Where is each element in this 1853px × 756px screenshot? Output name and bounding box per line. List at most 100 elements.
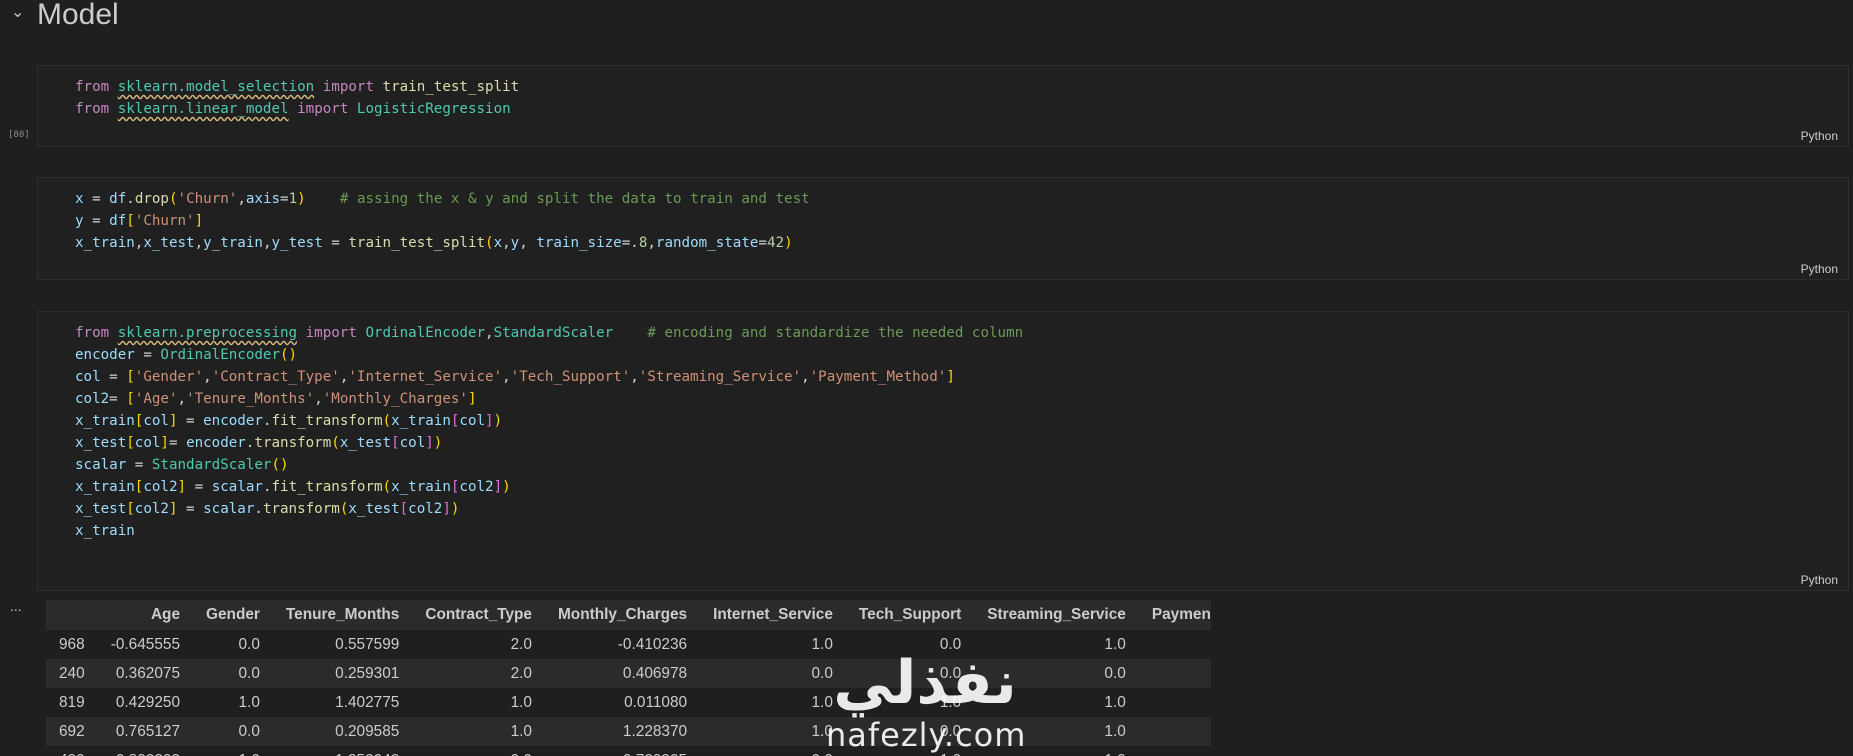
code-line[interactable]: col = ['Gender','Contract_Type','Interne…: [75, 366, 1023, 388]
code-line[interactable]: x_train: [75, 520, 1023, 542]
code-editor[interactable]: from sklearn.preprocessing import Ordina…: [75, 322, 1023, 542]
code-token: .: [126, 191, 135, 207]
code-cell-split[interactable]: x = df.drop('Churn',axis=1) # assing the…: [37, 177, 1849, 280]
section-header[interactable]: ⌄ Model: [0, 0, 1853, 40]
table-cell: 0.011080: [624, 693, 688, 711]
code-line[interactable]: from sklearn.model_selection import trai…: [75, 76, 519, 98]
code-token: encoder: [75, 347, 135, 363]
code-token: 'Monthly_Charges': [322, 391, 468, 407]
code-token: fit_transform: [271, 413, 383, 429]
code-token: random_state: [655, 235, 759, 251]
code-line[interactable]: scalar = StandardScaler(): [75, 454, 1023, 476]
code-token: fit_transform: [271, 479, 383, 495]
code-token: ]: [485, 413, 494, 429]
code-line[interactable]: x_test[col2] = scalar.transform(x_test[c…: [75, 498, 1023, 520]
code-token: x: [493, 235, 503, 251]
code-line[interactable]: x_train[col] = encoder.fit_transform(x_t…: [75, 410, 1023, 432]
code-token: (): [271, 457, 289, 473]
code-token: import: [305, 325, 357, 341]
code-token: import: [297, 101, 349, 117]
table-body: 968 -0.645555 0.0 0.557599 2.0 -0.410236 1.0 0.…: [46, 630, 1211, 756]
table-cell: 1.0: [939, 693, 962, 711]
table-cell: 1.0: [1104, 722, 1126, 740]
code-line[interactable]: x_train[col2] = scalar.fit_transform(x_t…: [75, 476, 1023, 498]
code-editor[interactable]: from sklearn.model_selection import trai…: [75, 76, 519, 120]
table-cell: 1.0: [510, 722, 532, 740]
code-token: x_test: [348, 501, 400, 517]
code-token: [: [126, 369, 135, 385]
code-token: (: [485, 235, 494, 251]
code-token: train_size: [536, 235, 622, 251]
chevron-down-icon[interactable]: ⌄: [11, 2, 24, 22]
code-token: (: [382, 479, 392, 495]
code-line[interactable]: y = df['Churn']: [75, 210, 810, 232]
column-header: Tenure_Months: [285, 606, 400, 623]
table-cell: 0.729325: [545, 746, 700, 756]
code-token: ,: [502, 235, 511, 251]
code-token: 1: [288, 191, 298, 207]
code-token: =: [177, 413, 204, 429]
row-index: 692: [59, 722, 85, 740]
code-token: 'Tech_Support': [510, 369, 631, 385]
code-token: [: [126, 213, 135, 229]
code-line[interactable]: x_train,x_test,y_train,y_test = train_te…: [75, 232, 810, 254]
code-line[interactable]: col2= ['Age','Tenure_Months','Monthly_Ch…: [75, 388, 1023, 410]
code-token: =: [186, 479, 212, 495]
column-header: Contract_Type: [425, 606, 532, 623]
row-index: 420: [46, 746, 98, 756]
code-token: ): [493, 413, 503, 429]
code-token: (: [382, 413, 392, 429]
language-label[interactable]: Python: [1801, 262, 1838, 276]
code-token: [: [126, 435, 135, 451]
code-token: [: [126, 501, 135, 517]
code-token: ,: [177, 391, 187, 407]
code-token: StandardScaler: [151, 457, 272, 473]
code-token: # encoding and standardize the needed co…: [647, 325, 1024, 341]
code-token: ,: [203, 369, 212, 385]
code-token: x_train: [391, 479, 451, 495]
code-token: sklearn.linear_model: [117, 101, 289, 117]
code-token: 'Gender': [134, 369, 204, 385]
output-more-icon[interactable]: ...: [10, 598, 22, 614]
code-token: ]: [177, 479, 187, 495]
code-token: =: [83, 191, 110, 207]
table-cell: 1.0: [846, 746, 974, 756]
code-token: 'Payment_Method': [809, 369, 947, 385]
code-token: x: [75, 191, 84, 207]
code-cell-preprocessing[interactable]: from sklearn.preprocessing import Ordina…: [37, 311, 1849, 591]
code-token: col2: [134, 501, 169, 517]
code-line[interactable]: x = df.drop('Churn',axis=1) # assing the…: [75, 188, 810, 210]
table-cell: 2.0: [510, 664, 532, 682]
table-cell: 0.259301: [335, 664, 400, 682]
code-token: encoder: [203, 413, 263, 429]
column-header: Age: [150, 606, 181, 623]
code-token: StandardScaler: [493, 325, 614, 341]
code-token: ]: [946, 369, 955, 385]
code-line[interactable]: x_test[col]= encoder.transform(x_test[co…: [75, 432, 1023, 454]
code-token: ]: [442, 501, 451, 517]
language-label[interactable]: Python: [1801, 129, 1838, 143]
code-token: ): [502, 479, 511, 495]
code-line[interactable]: encoder = OrdinalEncoder(): [75, 344, 1023, 366]
column-header: Payment_Method: [1151, 606, 1211, 623]
code-token: x_train: [75, 479, 135, 495]
code-line[interactable]: from sklearn.linear_model import Logisti…: [75, 98, 519, 120]
table-cell: 1.0: [510, 693, 532, 711]
table-cell: 0.0: [939, 722, 962, 740]
column-header: Streaming_Service: [987, 606, 1126, 623]
code-editor[interactable]: x = df.drop('Churn',axis=1) # assing the…: [75, 188, 810, 254]
code-token: x_train: [391, 413, 451, 429]
table-cell: 0.0: [238, 635, 260, 653]
code-token: =: [100, 369, 127, 385]
code-token: import: [322, 79, 374, 95]
code-line[interactable]: from sklearn.preprocessing import Ordina…: [75, 322, 1023, 344]
table-cell: 1.0: [1104, 693, 1126, 711]
code-token: ]: [168, 413, 178, 429]
code-token: col: [134, 435, 161, 451]
code-cell-imports[interactable]: from sklearn.model_selection import trai…: [37, 65, 1849, 147]
language-label[interactable]: Python: [1801, 573, 1838, 587]
code-token: ): [433, 435, 443, 451]
